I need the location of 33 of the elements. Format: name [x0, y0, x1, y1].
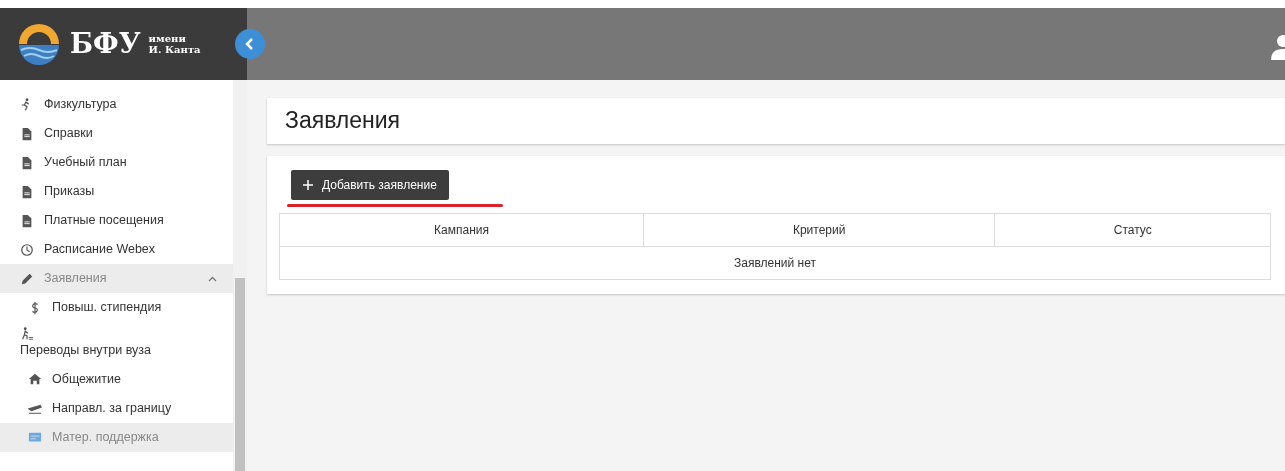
- page-title: Заявления: [284, 106, 402, 135]
- house-icon: [28, 372, 42, 387]
- walking-figure-icon: [20, 327, 34, 341]
- column-header: Критерий: [643, 213, 995, 247]
- user-icon[interactable]: [1271, 34, 1285, 60]
- document-icon: [20, 126, 34, 141]
- sidebar-item[interactable]: Физкультура: [0, 90, 233, 119]
- sidebar-item[interactable]: Общежитие: [0, 364, 233, 394]
- table-cell: Заявлений нет: [279, 246, 1271, 280]
- sidebar-item[interactable]: Справки: [0, 119, 233, 148]
- scrollbar[interactable]: [233, 80, 247, 471]
- sidebar-item[interactable]: Направл. за границу: [0, 393, 233, 423]
- sidebar-item[interactable]: Учебный план: [0, 148, 233, 177]
- column-header: Кампания: [279, 213, 644, 247]
- collapse-sidebar-button[interactable]: [235, 29, 265, 59]
- sidebar-item[interactable]: Расписание Webex: [0, 235, 233, 264]
- document-icon: [20, 184, 34, 199]
- logo-name: БФУ: [70, 26, 141, 61]
- sidebar-item[interactable]: Платные посещения: [0, 206, 233, 235]
- logo-icon: [16, 21, 62, 67]
- sidebar-item[interactable]: Повыш. стипендия: [0, 293, 233, 322]
- document-icon: [20, 155, 34, 170]
- plus-icon: [303, 179, 313, 190]
- chevron-left-icon: [245, 38, 255, 50]
- document-icon: [20, 213, 34, 228]
- logo-subtitle: И. Канта: [148, 44, 201, 55]
- column-header: Статус: [994, 213, 1271, 247]
- pencil-icon: [20, 271, 34, 286]
- sidebar-item[interactable]: Приказы: [0, 177, 233, 206]
- sidebar-item[interactable]: Переводы внутри вуза: [0, 322, 233, 365]
- logo-subtitle: имени: [148, 33, 187, 44]
- clock-icon: [20, 242, 34, 257]
- add-application-button[interactable]: Добавить заявление: [291, 169, 449, 200]
